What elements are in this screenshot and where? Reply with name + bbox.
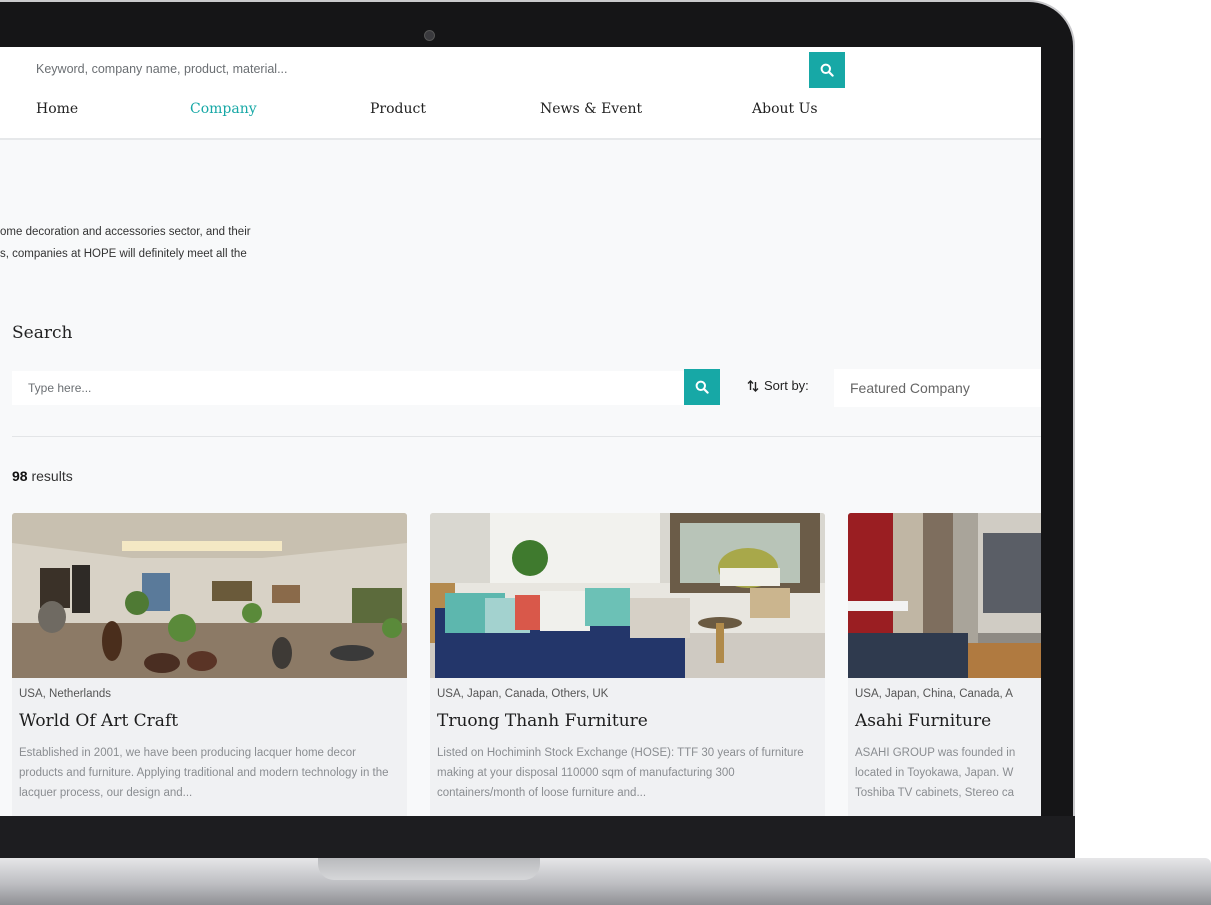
company-card[interactable]: USA, Japan, China, Canada, A Asahi Furni…	[848, 513, 1041, 816]
company-name[interactable]: Asahi Furniture	[855, 711, 991, 731]
company-card-image[interactable]	[430, 513, 825, 678]
header-search-field[interactable]: Keyword, company name, product, material…	[22, 54, 809, 88]
results-label: results	[31, 468, 73, 484]
sort-dropdown-value: Featured Company	[850, 380, 970, 396]
intro-line: ome decoration and accessories sector, a…	[0, 226, 251, 238]
company-card[interactable]: USA, Japan, Canada, Others, UK Truong Th…	[430, 513, 825, 816]
company-name[interactable]: World Of Art Craft	[19, 711, 178, 731]
company-search-button[interactable]	[684, 369, 720, 405]
laptop-base	[0, 858, 1211, 905]
search-icon	[695, 380, 709, 394]
browser-screen: Keyword, company name, product, material…	[0, 47, 1041, 816]
sort-dropdown[interactable]: Featured Company	[834, 369, 1041, 407]
company-card-image[interactable]	[848, 513, 1041, 678]
header-search-button[interactable]	[809, 52, 845, 88]
divider	[12, 436, 1041, 437]
company-card[interactable]: USA, Netherlands World Of Art Craft Esta…	[12, 513, 407, 816]
sort-label: Sort by:	[747, 378, 809, 393]
laptop-hinge-notch	[318, 858, 540, 880]
webcam	[424, 30, 435, 41]
company-description: Listed on Hochiminh Stock Exchange (HOSE…	[437, 747, 804, 799]
header-search-placeholder: Keyword, company name, product, material…	[36, 62, 288, 76]
company-countries: USA, Netherlands	[19, 688, 112, 700]
company-search-field[interactable]: Type here...	[12, 371, 684, 405]
laptop-bottom-bezel	[0, 816, 1075, 861]
company-description: Established in 2001, we have been produc…	[19, 747, 389, 799]
site-header: Keyword, company name, product, material…	[0, 47, 1041, 140]
company-card-image[interactable]	[12, 513, 407, 678]
nav-about-us[interactable]: About Us	[752, 101, 818, 117]
search-heading: Search	[12, 323, 73, 343]
nav-news-event[interactable]: News & Event	[540, 101, 642, 117]
company-countries: USA, Japan, China, Canada, A	[855, 688, 1013, 700]
nav-product[interactable]: Product	[370, 101, 426, 117]
company-search-placeholder: Type here...	[28, 381, 92, 395]
results-number: 98	[12, 468, 28, 484]
search-icon	[820, 63, 834, 77]
nav-home[interactable]: Home	[36, 101, 78, 117]
nav-company[interactable]: Company	[190, 101, 257, 117]
company-name[interactable]: Truong Thanh Furniture	[437, 711, 648, 731]
company-countries: USA, Japan, Canada, Others, UK	[437, 688, 609, 700]
results-count: 98 results	[12, 468, 73, 484]
sort-arrows-icon	[747, 379, 759, 392]
intro-line: s, companies at HOPE will definitely mee…	[0, 248, 247, 260]
company-description: ASAHI GROUP was founded in located in To…	[855, 747, 1016, 799]
intro-text: ome decoration and accessories sector, a…	[0, 221, 251, 265]
sort-label-text: Sort by:	[764, 378, 809, 393]
